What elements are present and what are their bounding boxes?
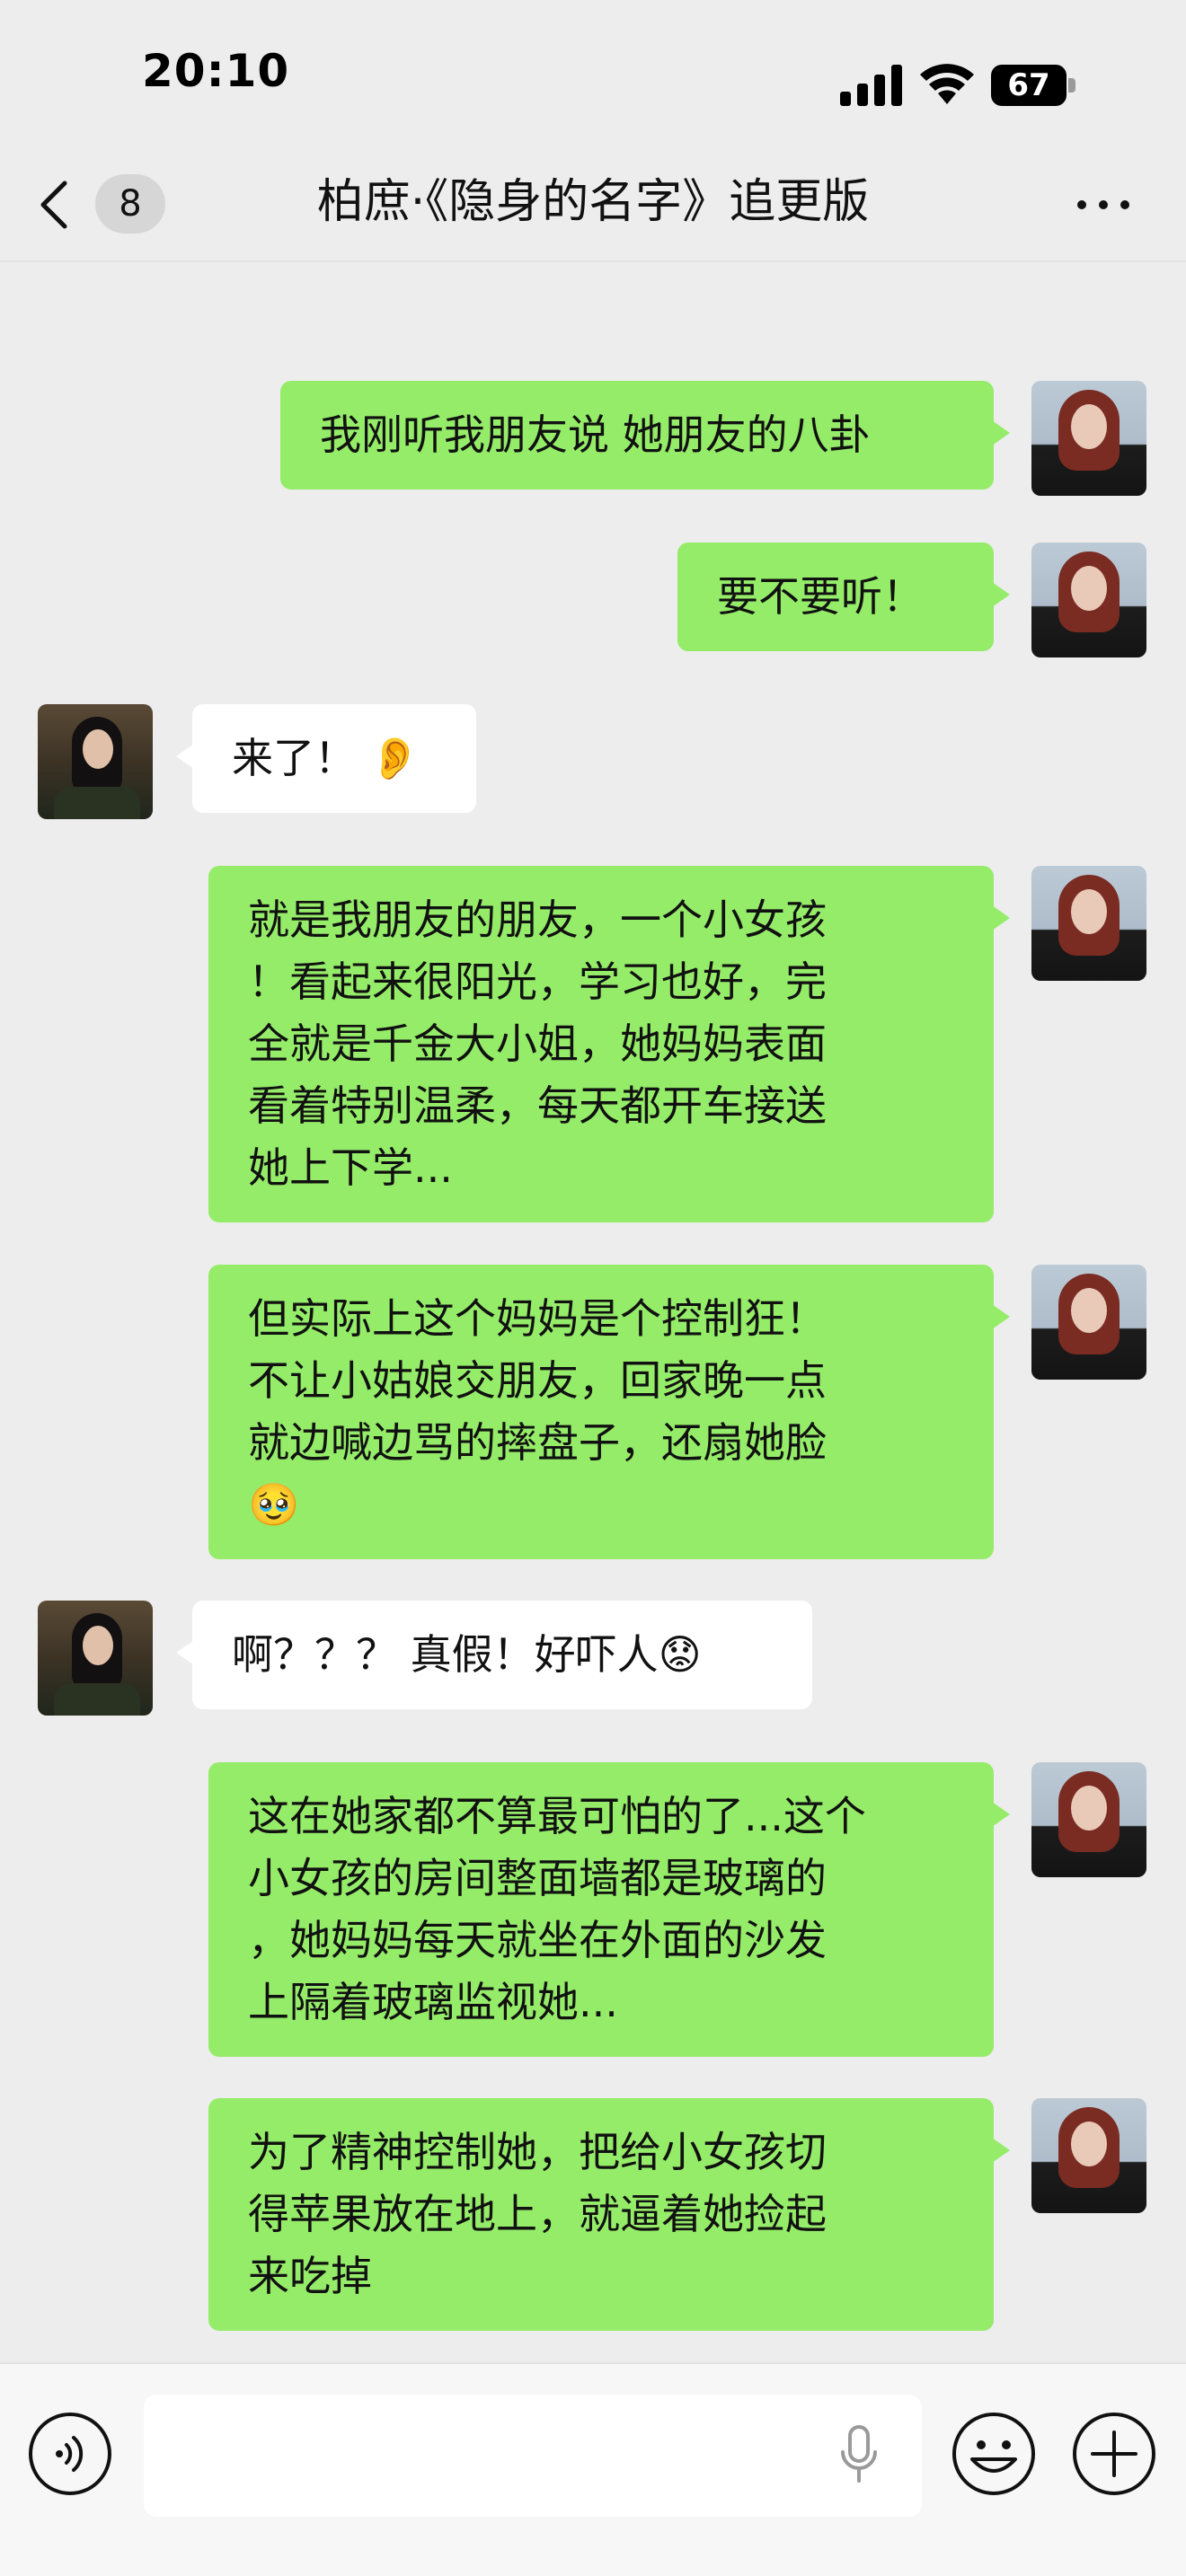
wifi-icon <box>920 64 974 104</box>
battery-cap <box>1068 78 1075 93</box>
input-bar <box>0 2362 1186 2576</box>
status-bar: 20:10 67 <box>0 0 1186 144</box>
message-bubble-sent[interactable]: 我刚听我朋友说 她朋友的八卦 <box>280 381 1010 490</box>
my-avatar[interactable] <box>1031 543 1146 657</box>
chat-screen: 20:10 67 8 柏庶·《隐身的名字》追更版 我刚听我朋友说 她朋友的八卦 … <box>0 0 1186 2576</box>
my-avatar[interactable] <box>1031 2098 1146 2213</box>
back-icon[interactable] <box>36 180 72 230</box>
message-bubble-received[interactable]: 来了！ 👂 <box>176 704 476 813</box>
nav-bar: 8 柏庶·《隐身的名字》追更版 <box>0 144 1186 262</box>
my-avatar[interactable] <box>1031 1762 1146 1877</box>
message-bubble-sent[interactable]: 这在她家都不算最可怕的了...这个 小女孩的房间整面墙都是玻璃的 ，她妈妈每天就… <box>208 1762 1010 2057</box>
message-input[interactable] <box>144 2395 922 2517</box>
chat-title: 柏庶·《隐身的名字》追更版 <box>316 175 870 229</box>
signal-icon <box>840 65 902 106</box>
message-bubble-sent[interactable]: 就是我朋友的朋友，一个小女孩 ！看起来很阳光，学习也好，完 全就是千金大小姐，她… <box>208 866 1010 1222</box>
message-bubble-sent[interactable]: 为了精神控制她，把给小女孩切 得苹果放在地上，就逼着她捡起 来吃掉 <box>208 2098 1010 2331</box>
more-icon[interactable] <box>1075 198 1132 212</box>
emoji-icon[interactable] <box>951 2411 1037 2497</box>
message-bubble-sent[interactable]: 要不要听！ <box>677 543 1010 651</box>
message-bubble-received[interactable]: 啊？？？ 真假！好吓人😟 <box>176 1601 812 1709</box>
mic-icon[interactable] <box>837 2425 881 2484</box>
plus-icon[interactable] <box>1071 2411 1157 2497</box>
battery-icon: 67 <box>991 65 1075 106</box>
contact-avatar[interactable] <box>38 704 153 819</box>
battery-level: 67 <box>991 65 1067 106</box>
contact-avatar[interactable] <box>38 1601 153 1716</box>
my-avatar[interactable] <box>1031 381 1146 496</box>
unread-count-badge[interactable]: 8 <box>95 174 165 234</box>
status-time: 20:10 <box>142 45 290 97</box>
my-avatar[interactable] <box>1031 1265 1146 1380</box>
message-bubble-sent[interactable]: 但实际上这个妈妈是个控制狂！ 不让小姑娘交朋友，回家晚一点 就边喊边骂的摔盘子，… <box>208 1265 1010 1559</box>
voice-icon[interactable] <box>27 2411 113 2497</box>
my-avatar[interactable] <box>1031 866 1146 981</box>
